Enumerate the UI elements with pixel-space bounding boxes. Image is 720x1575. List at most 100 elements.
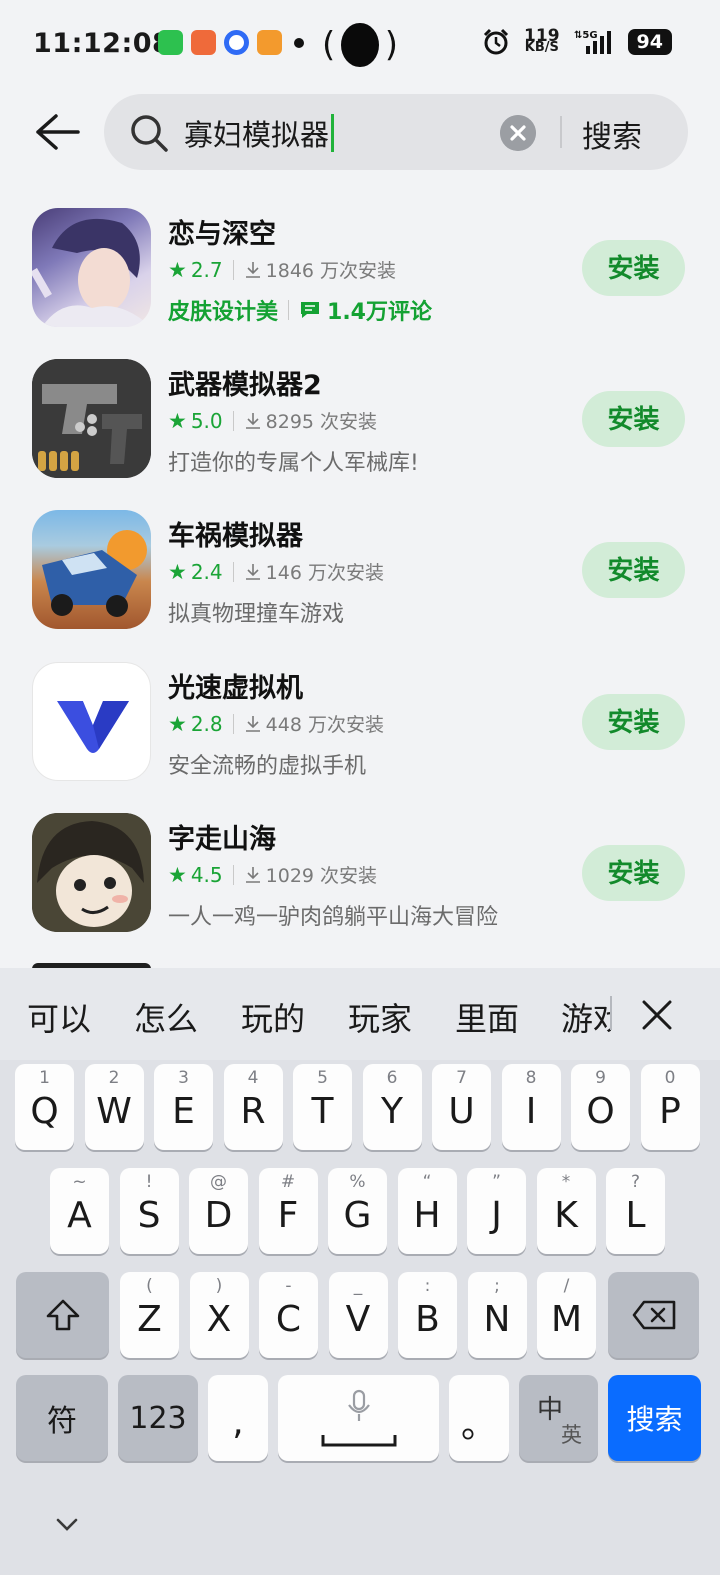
install-button[interactable]: 安装 [582,391,685,447]
app-tags: 皮肤设计美 1.4万评论 [168,294,432,326]
key-t[interactable]: 5T [293,1064,352,1150]
key-x[interactable]: ) X [189,1272,249,1358]
candidate-word[interactable]: 玩的 [241,994,305,1040]
tag-divider [288,300,290,320]
key-label: M [550,1298,583,1340]
space-key[interactable] [278,1375,439,1461]
key-w[interactable]: 2W [84,1064,144,1150]
comma-key[interactable]: , [208,1375,268,1461]
back-arrow-icon[interactable] [34,112,80,152]
key-secondary-label: 0 [664,1068,676,1088]
key-secondary-label: : [424,1276,431,1296]
key-label: E [172,1090,195,1132]
candidate-word[interactable]: 怎么 [134,994,198,1040]
meta-divider [232,561,234,582]
install-button[interactable]: 安装 [582,240,685,296]
key-label: Q [30,1090,59,1132]
key-g[interactable]: % G [328,1168,387,1254]
clear-input-icon[interactable] [500,115,536,151]
front-camera: () [322,23,398,67]
app-list-item[interactable]: 恋与深空 ★ 2.7 1846 万次安装 皮肤设计美 1.4万评论 安装 [0,208,720,348]
key-a[interactable]: ~ A [50,1168,109,1254]
symbol-key[interactable]: 符 [16,1375,108,1461]
app-installs: 1846 万次安装 [265,260,397,282]
key-label: K [554,1194,578,1236]
key-b[interactable]: :B [398,1272,457,1358]
status-time: 11:12:08 [33,28,172,59]
key-l[interactable]: ? L [606,1168,665,1254]
search-key[interactable]: 搜索 [608,1375,701,1461]
search-bar[interactable]: 寡妇模拟器 搜索 [104,94,688,170]
shift-key[interactable] [16,1272,109,1358]
candidate-word[interactable]: 游戏 [561,994,611,1040]
install-button[interactable]: 安装 [582,694,685,750]
key-e[interactable]: 3E [154,1064,213,1150]
key-z[interactable]: (Z [120,1272,179,1358]
period-key[interactable]: 。 [449,1375,509,1461]
shift-icon [46,1299,79,1331]
install-button[interactable]: 安装 [582,845,685,901]
meta-divider [232,259,234,280]
search-divider [560,116,562,148]
key-v[interactable]: _ V [328,1272,388,1358]
language-switch-key[interactable]: 中 英 [519,1375,598,1461]
app-rating: 4.5 [190,862,223,887]
close-candidates-icon[interactable] [640,998,674,1032]
key-label: O [586,1090,615,1132]
key-k[interactable]: * K [536,1168,596,1254]
key-u[interactable]: 7U [432,1064,491,1150]
app-list-item[interactable]: 武器模拟器2 ★ 5.0 8295 次安装 打造你的专属个人军械库! 安装 [0,359,720,499]
app-comment-count: 1.4万评论 [327,300,432,325]
search-button[interactable]: 搜索 [582,112,642,156]
key-q[interactable]: 1Q [15,1064,74,1150]
key-label: U [448,1090,475,1132]
key-m[interactable]: / M [537,1272,596,1358]
candidate-bar: 可以 怎么 玩的 玩家 里面 游戏 [0,968,720,1060]
app-list-item[interactable]: 车祸模拟器 ★ 2.4 146 万次安装 拟真物理撞车游戏 安装 [0,510,720,650]
cartoon-character-icon [32,813,151,932]
key-f[interactable]: # F [258,1168,318,1254]
key-label: C [275,1298,302,1340]
search-input[interactable]: 寡妇模拟器 [184,112,335,154]
key-secondary-label: 7 [456,1068,467,1088]
key-p[interactable]: 0P [640,1064,700,1150]
key-n[interactable]: ; N [467,1272,527,1358]
key-r[interactable]: 4R [223,1064,283,1150]
meta-divider [232,410,234,431]
key-o[interactable]: 9O [571,1064,630,1150]
key-h[interactable]: “H [397,1168,457,1254]
install-button[interactable]: 安装 [582,542,685,598]
app-icon[interactable] [32,510,151,629]
key-j[interactable]: ” J [467,1168,526,1254]
app-list-item[interactable]: 字走山海 ★ 4.5 1029 次安装 一人一鸡一驴肉鸽躺平山海大冒险 安装 [0,813,720,953]
candidate-word[interactable]: 玩家 [348,994,412,1040]
app-icon[interactable] [32,662,151,781]
calendar-app-icon [257,30,282,55]
star-icon: ★ [168,862,187,887]
star-icon: ★ [168,257,187,282]
backspace-icon [632,1300,675,1330]
app-installs: 1029 次安装 [265,865,378,887]
key-i[interactable]: 8I [501,1064,561,1150]
app-installs: 146 万次安装 [265,562,384,584]
key-y[interactable]: 6Y [362,1064,422,1150]
key-secondary-label: / [563,1276,570,1296]
backspace-key[interactable] [608,1272,699,1358]
candidate-word[interactable]: 里面 [455,994,519,1040]
app-meta: ★ 2.7 1846 万次安装 [168,256,396,283]
app-icon[interactable] [32,208,151,327]
speed-app-icon [191,30,216,55]
app-meta: ★ 2.4 146 万次安装 [168,558,384,585]
app-list-item[interactable]: 光速虚拟机 ★ 2.8 448 万次安装 安全流畅的虚拟手机 安装 [0,662,720,802]
key-d[interactable]: @ D [189,1168,248,1254]
app-meta: ★ 2.8 448 万次安装 [168,710,384,737]
app-icon[interactable] [32,813,151,932]
key-secondary-label: @ [210,1172,227,1192]
chevron-down-icon[interactable] [54,1516,80,1534]
app-icon[interactable] [32,359,151,478]
status-bar: 11:12:08 () 119 KB/S ⇅5G 94 [0,0,720,90]
candidate-word[interactable]: 可以 [27,994,91,1040]
number-key[interactable]: 123 [118,1375,198,1461]
key-s[interactable]: ! S [119,1168,179,1254]
key-c[interactable]: -C [259,1272,318,1358]
